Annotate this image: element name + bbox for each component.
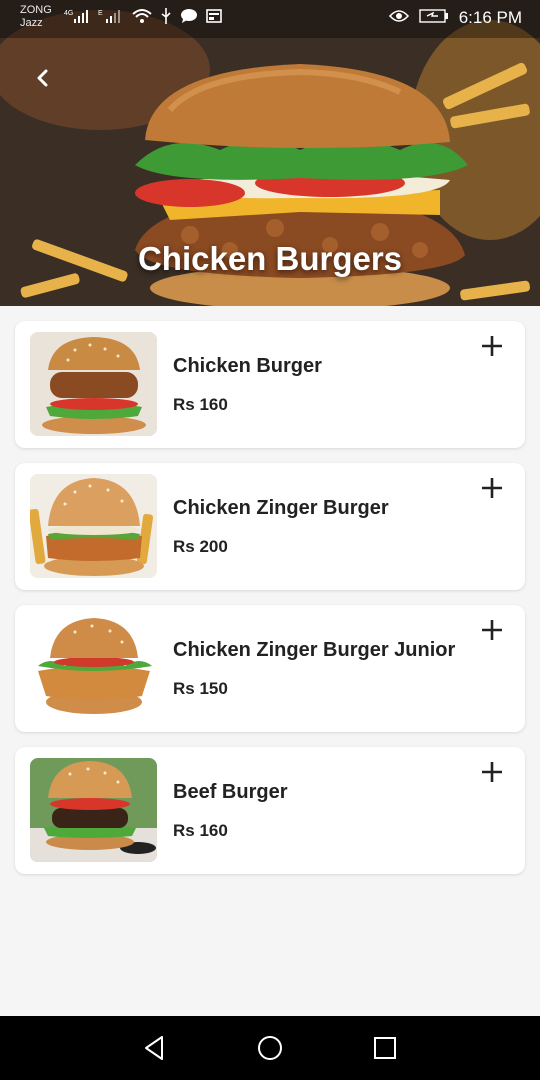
hero-banner: ZONG Jazz 4G E 6:16 PM Chicken Burgers <box>0 0 540 306</box>
menu-item-card[interactable]: Chicken Zinger Burger Junior Rs 150 <box>15 605 525 732</box>
back-button[interactable] <box>26 62 58 94</box>
circle-home-icon <box>258 1036 282 1060</box>
svg-text:E: E <box>98 10 103 17</box>
square-recents-icon <box>374 1037 396 1059</box>
eye-icon <box>388 8 409 28</box>
item-name: Chicken Zinger Burger <box>173 497 389 519</box>
item-thumbnail <box>30 474 157 578</box>
menu-item-card[interactable]: Beef Burger Rs 160 <box>15 747 525 874</box>
message-icon <box>180 8 198 27</box>
add-to-cart-button[interactable] <box>479 333 505 359</box>
item-price: Rs 150 <box>173 679 228 698</box>
item-thumbnail <box>30 616 157 720</box>
page-title: Chicken Burgers <box>137 240 403 277</box>
plus-icon <box>482 762 502 782</box>
plus-icon <box>482 336 502 356</box>
item-thumbnail <box>30 758 157 862</box>
nav-back-button[interactable] <box>140 1033 170 1063</box>
add-to-cart-button[interactable] <box>479 475 505 501</box>
add-to-cart-button[interactable] <box>479 617 505 643</box>
nav-recents-button[interactable] <box>370 1033 400 1063</box>
menu-item-card[interactable]: Chicken Zinger Burger Rs 200 <box>15 463 525 590</box>
usb-icon <box>160 8 172 27</box>
plus-icon <box>482 478 502 498</box>
item-name: Beef Burger <box>173 781 288 803</box>
menu-item-list: Chicken Burger Rs 160 Chicken Zinger Bur… <box>15 321 525 889</box>
clock-time: 6:16 PM <box>458 8 522 27</box>
item-thumbnail <box>30 332 157 436</box>
add-to-cart-button[interactable] <box>479 759 505 785</box>
carrier-label: ZONG Jazz <box>20 4 52 29</box>
news-icon <box>206 9 222 26</box>
item-price: Rs 160 <box>173 395 228 414</box>
item-name: Chicken Zinger Burger Junior <box>173 639 456 661</box>
plus-icon <box>482 620 502 640</box>
signal-icon-2: E <box>98 8 124 27</box>
battery-icon <box>418 8 449 28</box>
status-left-icons: 4G E <box>64 8 222 27</box>
item-price: Rs 160 <box>173 821 228 840</box>
signal-icon: 4G <box>64 8 90 27</box>
nav-home-button[interactable] <box>255 1033 285 1063</box>
wifi-icon <box>132 8 152 27</box>
status-right: 6:16 PM <box>388 8 522 28</box>
menu-item-card[interactable]: Chicken Burger Rs 160 <box>15 321 525 448</box>
status-bar: ZONG Jazz 4G E 6:16 PM <box>0 0 540 36</box>
triangle-back-icon <box>145 1036 163 1060</box>
item-price: Rs 200 <box>173 537 228 556</box>
chevron-left-icon <box>37 69 48 87</box>
svg-text:4G: 4G <box>64 10 73 17</box>
item-name: Chicken Burger <box>173 355 322 377</box>
system-navigation-bar <box>0 1016 540 1080</box>
